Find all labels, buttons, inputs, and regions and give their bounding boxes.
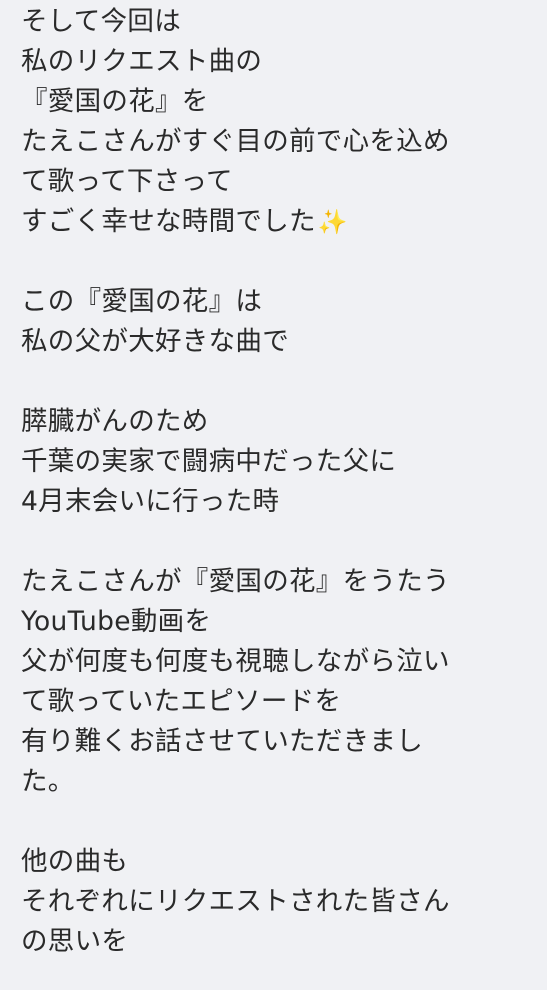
text-line: それぞれにリクエストされた皆さん	[21, 886, 450, 917]
text-line: 私のリクエスト曲の	[21, 46, 263, 77]
text-line: たえこさんがすぐ目の前で心を込め	[21, 126, 450, 157]
text-line: 父が何度も何度も視聴しながら泣い	[21, 646, 450, 677]
text-line: 私の父が大好きな曲で	[21, 326, 289, 357]
text-line: そして今回は	[21, 6, 182, 37]
paragraph-2: この『愛国の花』は 私の父が大好きな曲で	[21, 282, 547, 362]
text-line: て歌っていたエピソードを	[21, 686, 342, 717]
post-page: そして今回は 私のリクエスト曲の 『愛国の花』を たえこさんがすぐ目の前で心を込…	[0, 0, 547, 990]
text-line: 『愛国の花』を	[21, 86, 209, 117]
text-line: て歌って下さって	[21, 166, 233, 197]
paragraph-4: たえこさんが『愛国の花』をうたう YouTube動画を 父が何度も何度も視聴しな…	[21, 562, 547, 802]
text-line: た。	[21, 766, 75, 797]
text-line: 他の曲も	[21, 846, 129, 877]
text-line: 千葉の実家で闘病中だった父に	[21, 446, 397, 477]
text-line: YouTube動画を	[21, 606, 212, 637]
text-line: たえこさんが『愛国の花』をうたう	[21, 566, 450, 597]
text-line-content: すごく幸せな時間でした	[21, 206, 316, 237]
text-line: 有り難くお話させていただきまし	[21, 726, 423, 757]
paragraph-1: そして今回は 私のリクエスト曲の 『愛国の花』を たえこさんがすぐ目の前で心を込…	[21, 2, 547, 242]
paragraph-5: 他の曲も それぞれにリクエストされた皆さん の思いを	[21, 842, 547, 962]
text-line: 膵臓がんのため	[21, 406, 209, 437]
sparkles-icon: ✨	[317, 208, 348, 236]
text-line: の思いを	[21, 926, 129, 957]
post-body-text: そして今回は 私のリクエスト曲の 『愛国の花』を たえこさんがすぐ目の前で心を込…	[21, 2, 547, 962]
paragraph-3: 膵臓がんのため 千葉の実家で闘病中だった父に 4月末会いに行った時	[21, 402, 547, 522]
text-line: この『愛国の花』は	[21, 286, 263, 317]
text-line: 4月末会いに行った時	[21, 486, 280, 517]
text-line-with-emoji: すごく幸せな時間でした✨	[21, 202, 547, 242]
